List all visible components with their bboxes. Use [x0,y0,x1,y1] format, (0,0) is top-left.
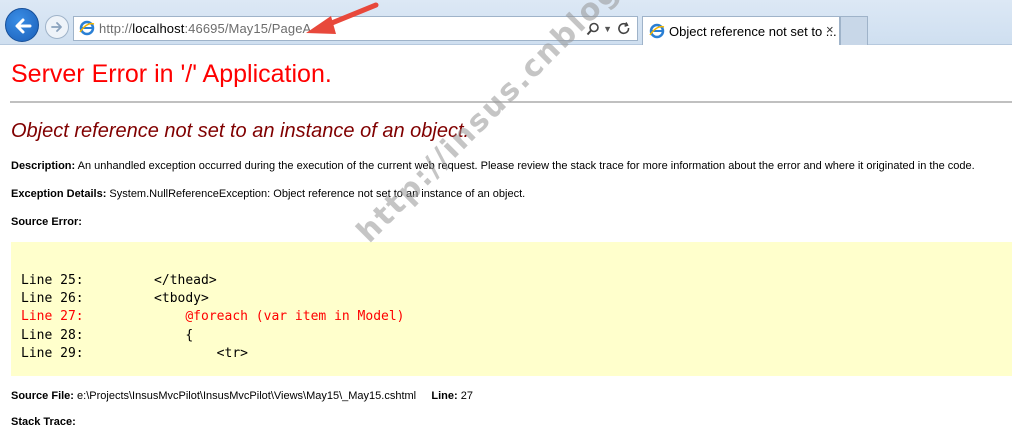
refresh-icon[interactable] [617,22,631,36]
page-title: Server Error in '/' Application. [11,60,332,88]
back-button[interactable] [5,8,39,42]
tab-title: Object reference not set to ... [669,24,837,39]
description-line: Description: An unhandled exception occu… [11,160,975,172]
description-text: An unhandled exception occurred during t… [77,160,975,172]
url-scheme: http:// [99,21,133,36]
source-file-path: e:\Projects\InsusMvcPilot\InsusMvcPilot\… [77,390,417,402]
ie-page-icon [79,20,95,36]
description-label: Description: [11,160,76,172]
code-line: Line 29: <tr> [21,346,248,361]
back-arrow-icon [15,18,32,34]
url-host: localhost [132,21,185,36]
code-line: Line 28: { [21,328,194,343]
line-label: Line: [431,390,458,402]
exception-label: Exception Details: [11,188,107,200]
close-icon[interactable]: × [826,22,834,37]
forward-button[interactable] [45,15,69,39]
code-line-error: Line 27: @foreach (var item in Model) [21,309,405,324]
line-number: 27 [460,390,473,402]
search-icon[interactable] [586,22,600,36]
title-divider [10,101,1012,103]
exception-text: System.NullReferenceException: Object re… [109,188,526,200]
forward-arrow-icon [51,22,62,32]
stack-trace-heading: Stack Trace: [11,416,76,428]
new-tab-button[interactable] [840,16,868,45]
source-file-line: Source File: e:\Projects\InsusMvcPilot\I… [11,390,473,402]
chevron-down-icon[interactable]: ▼ [603,24,612,34]
url-path: :46695/May15/PageA [184,21,312,36]
browser-toolbar: http://localhost:46695/May15/PageA ▼ Obj… [0,0,1012,45]
source-error-heading: Source Error: [11,216,82,228]
source-error-label: Source Error: [11,216,82,228]
source-code-box: Line 25: </thead> Line 26: <tbody> Line … [11,242,1012,376]
address-bar[interactable]: http://localhost:46695/May15/PageA ▼ [73,16,638,41]
source-file-label: Source File: [11,390,74,402]
tab-active[interactable]: Object reference not set to ... × [642,16,840,45]
code-line: Line 25: </thead> [21,273,217,288]
code-line: Line 26: <tbody> [21,291,209,306]
exception-line: Exception Details: System.NullReferenceE… [11,188,525,200]
address-url[interactable]: http://localhost:46695/May15/PageA [99,21,311,36]
error-message: Object reference not set to an instance … [11,120,470,142]
ie-tab-icon [649,23,665,39]
